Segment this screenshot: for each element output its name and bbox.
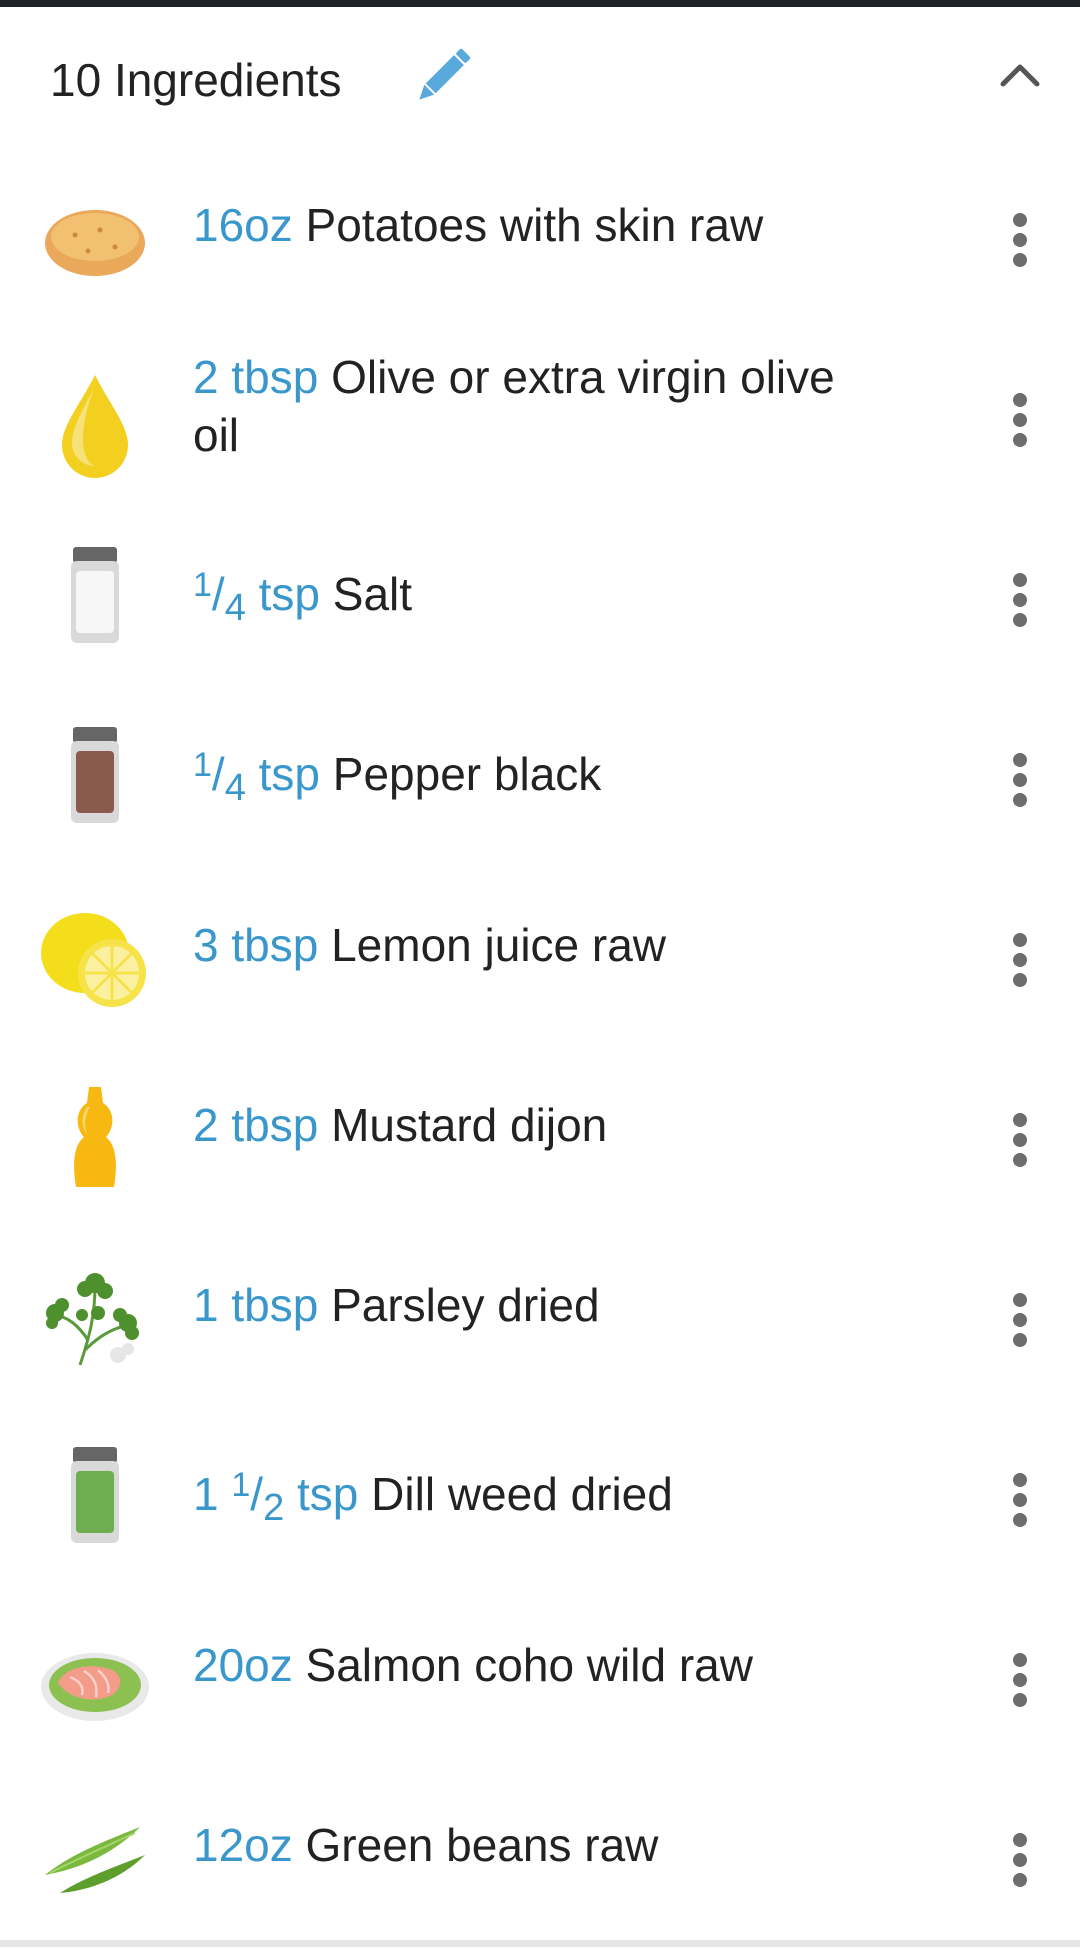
ingredient-label: 2 tbsp Mustard dijon xyxy=(193,1096,883,1154)
more-options-button[interactable] xyxy=(995,1275,1045,1365)
pepper-shaker-icon xyxy=(71,727,119,823)
oil-drop-icon xyxy=(62,375,128,478)
ingredient-label: 1/4 tsp Pepper black xyxy=(193,736,883,817)
ingredient-row[interactable]: 2 tbsp Mustard dijon xyxy=(0,1050,1080,1230)
ingredient-quantity: 20oz xyxy=(193,1639,293,1691)
ingredient-quantity: 1/4 tsp xyxy=(193,566,320,629)
parsley-icon xyxy=(46,1273,139,1366)
ingredient-row[interactable]: 12oz Green beans raw xyxy=(0,1770,1080,1950)
ingredient-row[interactable]: 1 tbsp Parsley dried xyxy=(0,1230,1080,1410)
ingredient-quantity: 1/4 tsp xyxy=(193,746,320,809)
ingredient-name: Parsley dried xyxy=(331,1279,600,1331)
edit-button[interactable] xyxy=(402,37,482,117)
ingredient-label: 1 tbsp Parsley dried xyxy=(193,1276,883,1334)
more-options-button[interactable] xyxy=(995,1815,1045,1905)
ingredient-quantity: 1 1/2 tsp xyxy=(193,1466,359,1529)
salt-shaker-icon xyxy=(71,547,119,643)
chevron-up-icon xyxy=(1000,64,1040,87)
ingredients-count-title: 10 Ingredients xyxy=(50,54,342,106)
mustard-bottle-icon xyxy=(74,1087,116,1187)
ingredient-row[interactable]: 3 tbsp Lemon juice raw xyxy=(0,870,1080,1050)
ingredients-header: 10 Ingredients xyxy=(0,7,1080,147)
dill-jar-icon xyxy=(71,1447,119,1543)
ingredient-row[interactable]: 1 1/2 tsp Dill weed dried xyxy=(0,1410,1080,1590)
potato-icon xyxy=(45,210,145,276)
salmon-plate-icon xyxy=(41,1653,149,1721)
ingredient-name: Salmon coho wild raw xyxy=(305,1639,753,1691)
ingredient-row[interactable]: 16oz Potatoes with skin raw xyxy=(0,150,1080,330)
more-options-button[interactable] xyxy=(995,195,1045,285)
ingredient-row[interactable]: 20oz Salmon coho wild raw xyxy=(0,1590,1080,1770)
ingredient-name: Mustard dijon xyxy=(331,1099,608,1151)
ingredient-row[interactable]: 2 tbsp Olive or extra virgin olive oil xyxy=(0,330,1080,510)
ingredient-row[interactable]: 1/4 tsp Pepper black xyxy=(0,690,1080,870)
ingredient-quantity: 2 tbsp xyxy=(193,1099,319,1151)
lemon-icon xyxy=(41,913,146,1007)
green-beans-icon xyxy=(45,1827,145,1893)
ingredient-quantity: 1 tbsp xyxy=(193,1279,319,1331)
ingredient-label: 2 tbsp Olive or extra virgin olive oil xyxy=(193,348,883,464)
ingredient-name: Green beans raw xyxy=(305,1819,659,1871)
more-options-button[interactable] xyxy=(995,735,1045,825)
ingredient-quantity: 16oz xyxy=(193,199,293,251)
ingredient-label: 16oz Potatoes with skin raw xyxy=(193,196,883,254)
ingredient-quantity: 12oz xyxy=(193,1819,293,1871)
ingredient-label: 20oz Salmon coho wild raw xyxy=(193,1636,883,1694)
ingredient-row[interactable]: 1/4 tsp Salt xyxy=(0,510,1080,690)
ingredient-name: Pepper black xyxy=(332,748,602,800)
status-bar-edge xyxy=(0,0,1080,7)
ingredient-quantity: 3 tbsp xyxy=(193,919,319,971)
more-options-button[interactable] xyxy=(995,555,1045,645)
ingredient-label: 12oz Green beans raw xyxy=(193,1816,883,1874)
ingredient-name: Potatoes with skin raw xyxy=(305,199,764,251)
more-options-button[interactable] xyxy=(995,915,1045,1005)
bottom-divider xyxy=(0,1940,1080,1947)
more-options-button[interactable] xyxy=(995,1635,1045,1725)
collapse-button[interactable] xyxy=(985,39,1055,109)
more-options-button[interactable] xyxy=(995,1455,1045,1545)
ingredient-label: 1/4 tsp Salt xyxy=(193,556,883,637)
more-options-button[interactable] xyxy=(995,375,1045,465)
ingredient-label: 3 tbsp Lemon juice raw xyxy=(193,916,883,974)
ingredient-quantity: 2 tbsp xyxy=(193,351,319,403)
ingredient-name: Lemon juice raw xyxy=(331,919,667,971)
ingredient-name: Salt xyxy=(332,568,413,620)
pencil-icon xyxy=(419,48,471,100)
ingredient-label: 1 1/2 tsp Dill weed dried xyxy=(193,1456,883,1537)
more-options-button[interactable] xyxy=(995,1095,1045,1185)
ingredient-name: Dill weed dried xyxy=(371,1468,673,1520)
